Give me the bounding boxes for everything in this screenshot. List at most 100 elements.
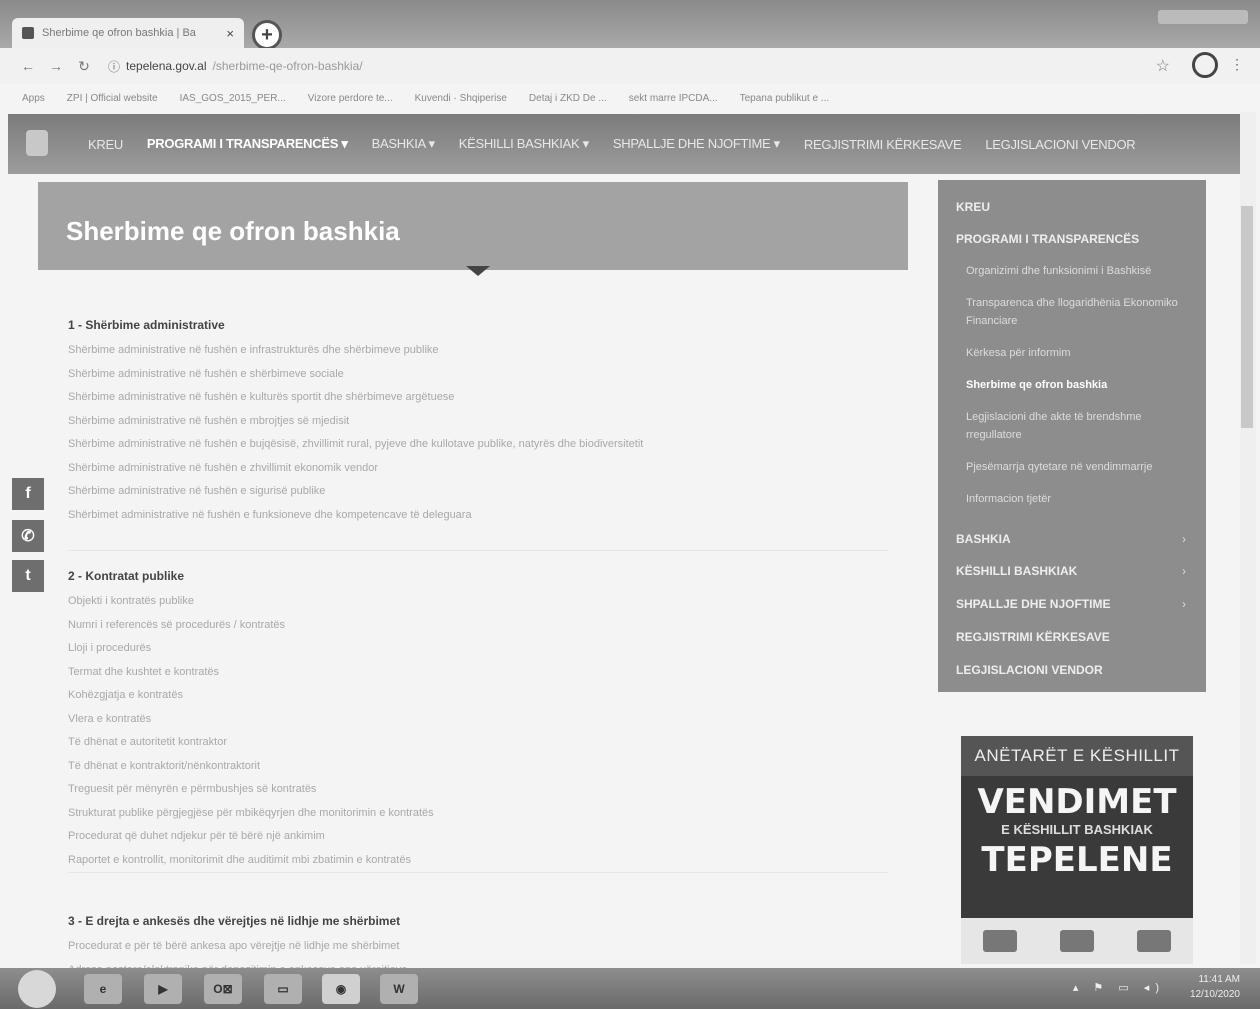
sidebar-subitem[interactable]: Informacion tjetër [966,490,1194,508]
bookmarks-bar: Apps ZPI | Official website IAS_GOS_2015… [0,84,1260,112]
chrome-icon[interactable]: ◉ [322,974,360,1004]
sidebar-item-legjislacioni[interactable]: LEGJISLACIONI VENDOR [956,663,1103,677]
sidebar-item-keshilli[interactable]: KËSHILLI BASHKIAK [956,564,1077,578]
media-player-icon[interactable]: ▶ [144,974,182,1004]
info-icon[interactable]: ⓘ [108,58,120,75]
facebook-share-icon[interactable]: f [12,478,44,510]
scrollbar-thumb[interactable] [1241,206,1253,428]
sidebar-subitem[interactable]: Kërkesa për informim [966,344,1194,362]
partner-logo [1059,930,1094,952]
bookmark-item[interactable]: ZPI | Official website [67,93,158,104]
nav-item-regjistrimi[interactable]: REGJISTRIMI KËRKESAVE [804,137,962,152]
nav-item-keshilli[interactable]: KËSHILLI BASHKIAK ▾ [459,136,589,152]
list-item[interactable]: Shërbime administrative në fushën e bujq… [68,433,888,457]
banner-heading: ANËTARËT E KËSHILLIT [961,736,1193,776]
list-item[interactable]: Objekti i kontratës publike [68,590,888,614]
nav-item-kreu[interactable]: KREU [88,137,123,152]
nav-item-programi[interactable]: PROGRAMI I TRANSPARENCËS ▾ [147,136,348,152]
ie-icon[interactable]: e [84,974,122,1004]
sidebar-item-kreu[interactable]: KREU [956,200,990,214]
nav-item-legjislacioni[interactable]: LEGJISLACIONI VENDOR [985,137,1135,152]
sidebar-subitem[interactable]: Pjesëmarrja qytetare në vendimmarrje [966,458,1194,476]
sidebar-subitem[interactable]: Transparenca dhe llogaridhënia Ekonomiko… [966,294,1194,330]
sidebar-item-shpallje[interactable]: SHPALLJE DHE NJOFTIME [956,597,1110,611]
chevron-right-icon[interactable]: › [1182,597,1186,611]
list-item[interactable]: Shërbime administrative në fushën e zhvi… [68,457,888,481]
list-item[interactable]: Vlera e kontratës [68,708,888,732]
title-arrow-icon [466,266,490,276]
bookmark-item[interactable]: Tepana publikut e ... [740,93,830,104]
url-path: /sherbime-qe-ofron-bashkia/ [212,59,363,73]
list-item[interactable]: Shërbime administrative në fushën e shër… [68,363,888,387]
sidebar-subitem[interactable]: Legjislacioni dhe akte të brendshme rreg… [966,408,1194,444]
tray-icons[interactable]: ▴ ⚑ ▭ ◂) [1073,981,1165,994]
list-item[interactable]: Numri i referencës së procedurës / kontr… [68,614,888,638]
list-item[interactable]: Raportet e kontrollit, monitorimit dhe a… [68,849,888,873]
os-taskbar: e ▶ O⊠ ▭ ◉ W ▴ ⚑ ▭ ◂) 11:41 AM 12/10/202… [0,968,1260,1009]
twitter-share-icon[interactable]: t [12,560,44,592]
reload-icon[interactable]: ↻ [70,58,98,75]
nav-item-bashkia[interactable]: BASHKIA ▾ [372,136,435,152]
start-button-icon[interactable] [18,970,56,1008]
page-title-banner: Sherbime qe ofron bashkia [38,182,908,270]
url-host: tepelena.gov.al [126,59,207,73]
bookmark-item[interactable]: Vizore perdore te... [308,93,393,104]
browser-menu-icon[interactable]: ⋮ [1230,56,1244,73]
site-main-nav: KREU PROGRAMI I TRANSPARENCËS ▾ BASHKIA … [8,114,1240,174]
tab-title: Sherbime qe ofron bashkia | Ba [42,27,196,39]
nav-item-shpallje[interactable]: SHPALLJE DHE NJOFTIME ▾ [613,136,780,152]
list-item[interactable]: Termat dhe kushtet e kontratës [68,661,888,685]
list-item[interactable]: Kohëzgjatja e kontratës [68,684,888,708]
list-item[interactable]: Shërbime administrative në fushën e sigu… [68,480,888,504]
council-decisions-banner[interactable]: ANËTARËT E KËSHILLIT VENDIMET E KËSHILLI… [961,736,1193,964]
whatsapp-share-icon[interactable]: ✆ [12,520,44,552]
list-item[interactable]: Shërbime administrative në fushën e infr… [68,339,888,363]
url-field[interactable]: ⓘ tepelena.gov.al/sherbime-qe-ofron-bash… [108,58,363,75]
bookmark-item[interactable]: sekt marre IPCDA... [629,93,718,104]
tab-close-button[interactable]: × [226,26,234,41]
forward-arrow-icon[interactable]: → [42,58,70,74]
section-kontratat: 2 - Kontratat publike Objekti i kontratë… [68,569,888,872]
site-logo[interactable] [26,130,48,156]
list-item[interactable]: Procedurat e për të bërë ankesa apo vëre… [68,935,888,959]
section-administrative: 1 - Shërbime administrative Shërbime adm… [68,318,888,527]
sidebar-subitem[interactable]: Organizimi dhe funksionimi i Bashkisë [966,262,1194,280]
sidebar-menu: KREU PROGRAMI I TRANSPARENCËS Organizimi… [938,180,1206,692]
list-item[interactable]: Shërbime administrative në fushën e kult… [68,386,888,410]
bookmark-item[interactable]: Apps [22,93,45,104]
bookmark-item[interactable]: Detaj i ZKD De ... [529,93,607,104]
browser-tab[interactable]: Sherbime qe ofron bashkia | Ba × [12,18,244,48]
list-item[interactable]: Treguesit për mënyrën e përmbushjes së k… [68,778,888,802]
sidebar-item-bashkia[interactable]: BASHKIA [956,532,1011,546]
banner-subtitle: E KËSHILLIT BASHKIAK [1001,822,1153,837]
clock[interactable]: 11:41 AM 12/10/2020 [1190,972,1240,1002]
window-controls[interactable] [1158,10,1248,24]
word-icon[interactable]: W [380,974,418,1004]
bookmark-star-icon[interactable]: ☆ [1156,56,1170,76]
sidebar-item-programi[interactable]: PROGRAMI I TRANSPARENCËS [956,232,1139,246]
page-title: Sherbime qe ofron bashkia [66,216,400,246]
chevron-right-icon[interactable]: › [1182,532,1186,546]
eu-flag-logo [982,930,1017,952]
list-item[interactable]: Strukturat publike përgjegjëse për mbikë… [68,802,888,826]
section-divider [68,872,888,873]
list-item[interactable]: Shërbimet administrative në fushën e fun… [68,504,888,528]
list-item[interactable]: Lloji i procedurës [68,637,888,661]
browser-tab-bar: Sherbime qe ofron bashkia | Ba × + [0,0,1260,50]
list-item[interactable]: Shërbime administrative në fushën e mbro… [68,410,888,434]
chevron-right-icon[interactable]: › [1182,564,1186,578]
outlook-icon[interactable]: O⊠ [204,974,242,1004]
bookmark-item[interactable]: IAS_GOS_2015_PER... [180,93,286,104]
section-title: 2 - Kontratat publike [68,569,185,583]
sidebar-item-regjistrimi[interactable]: REGJISTRIMI KËRKESAVE [956,630,1110,644]
back-arrow-icon[interactable]: ← [14,58,42,74]
list-item[interactable]: Të dhënat e kontraktorit/nënkontraktorit [68,755,888,779]
sidebar-subitem-active[interactable]: Sherbime qe ofron bashkia [966,376,1194,394]
list-item[interactable]: Të dhënat e autoritetit kontraktor [68,731,888,755]
file-explorer-icon[interactable]: ▭ [264,974,302,1004]
profile-avatar-icon[interactable] [1192,52,1218,78]
bookmark-item[interactable]: Kuvendi · Shqiperise [415,93,507,104]
partner-logo [1137,930,1172,952]
list-item[interactable]: Procedurat që duhet ndjekur për të bërë … [68,825,888,849]
new-tab-button[interactable]: + [252,20,282,50]
